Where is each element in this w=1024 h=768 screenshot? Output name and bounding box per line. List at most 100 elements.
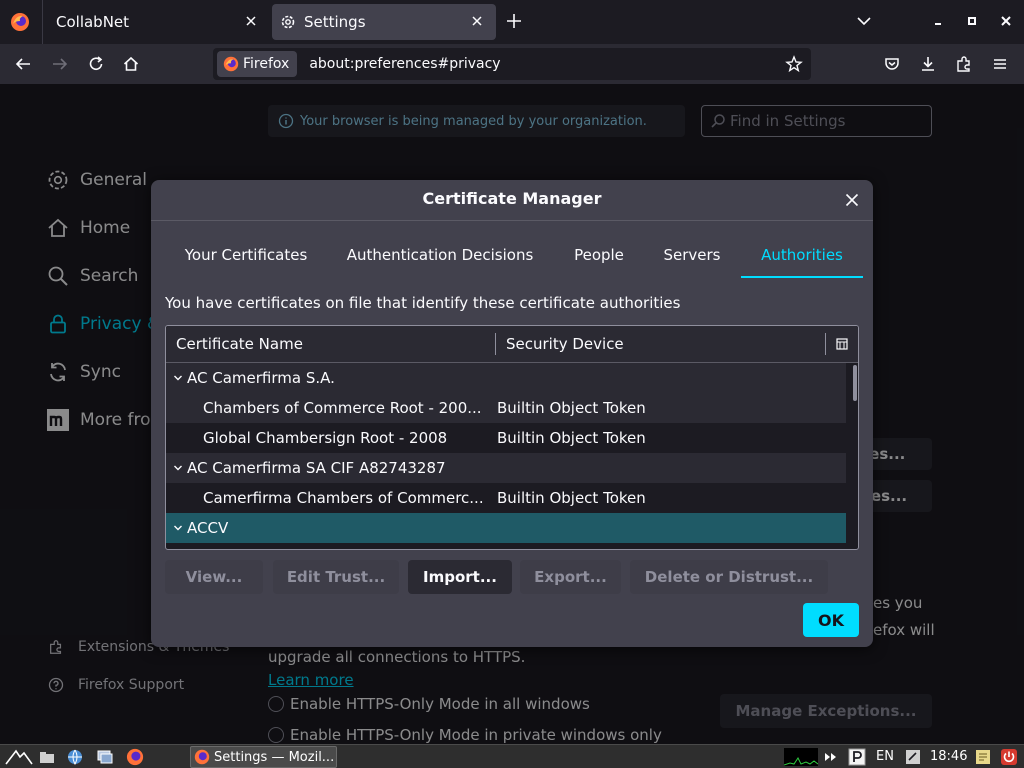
back-icon[interactable]: [14, 55, 32, 73]
tab-authorities[interactable]: Authorities: [741, 232, 863, 278]
tree-header: Certificate Name Security Device: [166, 326, 858, 363]
tab-label: People: [574, 246, 624, 264]
certificate-name: Camerfirma Chambers of Commerc...: [203, 489, 484, 507]
pocket-icon[interactable]: [883, 55, 901, 73]
task-label: Settings — Mozil...: [214, 749, 335, 765]
dialog-title: Certificate Manager: [422, 189, 602, 208]
cpu-monitor-icon: [784, 748, 818, 766]
security-device: Builtin Object Token: [497, 399, 646, 417]
tree-rows: AC Camerfirma S.A. Chambers of Commerce …: [166, 363, 846, 543]
column-splitter[interactable]: [825, 333, 826, 355]
parking-icon[interactable]: [848, 748, 866, 766]
tab-label: Authentication Decisions: [346, 246, 534, 264]
tab-servers[interactable]: Servers: [651, 232, 733, 278]
chevron-down-icon[interactable]: [173, 523, 183, 533]
column-header-certificate-name[interactable]: Certificate Name: [176, 326, 303, 362]
tab-your-certificates[interactable]: Your Certificates: [171, 232, 321, 278]
close-icon[interactable]: [843, 191, 861, 209]
power-icon[interactable]: [1000, 748, 1018, 766]
tab-collabnet[interactable]: CollabNet: [44, 4, 270, 40]
certificate-name: AC Camerfirma S.A.: [187, 369, 335, 387]
firefox-icon: [194, 749, 210, 765]
window-close-icon[interactable]: [998, 13, 1014, 29]
certificate-name: Global Chambersign Root - 2008: [203, 429, 448, 447]
tab-label: Your Certificates: [184, 246, 308, 264]
start-menu-icon[interactable]: [4, 748, 34, 766]
firefox-icon[interactable]: [10, 12, 30, 32]
identity-label: Firefox: [243, 56, 290, 72]
column-splitter[interactable]: [495, 333, 496, 355]
tree-row[interactable]: Chambers of Commerce Root - 200... Built…: [166, 393, 846, 423]
security-device: Builtin Object Token: [497, 489, 646, 507]
close-icon[interactable]: [244, 14, 258, 28]
home-icon[interactable]: [122, 55, 140, 73]
certificate-tree[interactable]: Certificate Name Security Device AC Came…: [165, 325, 859, 550]
certificate-name: AC Camerfirma SA CIF A82743287: [187, 459, 446, 477]
tree-row[interactable]: Camerfirma Chambers of Commerc... Builti…: [166, 483, 846, 513]
list-all-tabs-icon[interactable]: [856, 13, 872, 29]
url-text[interactable]: about:preferences#privacy: [309, 56, 500, 72]
reload-icon[interactable]: [87, 55, 105, 73]
button-label: Export...: [534, 568, 607, 586]
button-label: Import...: [423, 568, 497, 586]
network-icon[interactable]: [66, 748, 84, 766]
volume-icon[interactable]: [904, 748, 922, 766]
button-label: OK: [818, 610, 844, 630]
button-label: Delete or Distrust...: [644, 568, 814, 586]
identity-box[interactable]: Firefox: [217, 51, 298, 77]
bookmark-star-icon[interactable]: [785, 55, 803, 73]
delete-or-distrust-button[interactable]: Delete or Distrust...: [630, 560, 828, 594]
button-label: View...: [185, 568, 243, 586]
chevron-down-icon[interactable]: [173, 463, 183, 473]
tab-settings[interactable]: Settings: [272, 4, 496, 40]
security-device: Builtin Object Token: [497, 429, 646, 447]
tab-authentication-decisions[interactable]: Authentication Decisions: [333, 232, 547, 278]
firefox-launcher-icon[interactable]: [126, 748, 144, 766]
notes-icon[interactable]: [974, 748, 992, 766]
window-switcher-icon[interactable]: [96, 748, 114, 766]
forward-icon[interactable]: [51, 55, 69, 73]
taskbar-task-firefox[interactable]: Settings — Mozil...: [190, 746, 337, 768]
tab-label: Servers: [663, 246, 721, 264]
new-tab-icon[interactable]: [505, 12, 523, 30]
close-icon[interactable]: [470, 14, 484, 28]
ok-button[interactable]: OK: [803, 603, 859, 637]
certificate-manager-dialog: Certificate Manager Your Certificates Au…: [151, 180, 873, 647]
downloads-icon[interactable]: [919, 55, 937, 73]
button-label: Edit Trust...: [286, 568, 386, 586]
tree-group-row[interactable]: AC Camerfirma S.A.: [166, 363, 846, 393]
clipboard-icon[interactable]: [822, 748, 840, 766]
import-button[interactable]: Import...: [408, 560, 512, 594]
tab-label: CollabNet: [56, 13, 130, 31]
certificate-name: Chambers of Commerce Root - 200...: [203, 399, 482, 417]
url-bar[interactable]: Firefox about:preferences#privacy: [213, 48, 811, 80]
title-divider: [151, 220, 873, 221]
tree-row[interactable]: Global Chambersign Root - 2008 Builtin O…: [166, 423, 846, 453]
nav-bar: Firefox about:preferences#privacy: [0, 44, 1024, 84]
tab-people[interactable]: People: [559, 232, 639, 278]
tree-scrollbar[interactable]: [853, 365, 857, 401]
extensions-icon[interactable]: [955, 55, 973, 73]
chevron-down-icon[interactable]: [173, 373, 183, 383]
taskbar: Settings — Mozil... EN 18:46: [0, 744, 1024, 768]
tree-group-row[interactable]: AC Camerfirma SA CIF A82743287: [166, 453, 846, 483]
view-button[interactable]: View...: [165, 560, 263, 594]
column-label: Security Device: [506, 335, 624, 353]
keyboard-layout-label[interactable]: EN: [876, 749, 894, 764]
tab-label: Authorities: [761, 246, 843, 264]
tree-group-row-selected[interactable]: ACCV: [166, 513, 846, 543]
column-picker-icon[interactable]: [836, 338, 848, 350]
show-desktop-icon[interactable]: [38, 748, 56, 766]
authorities-description: You have certificates on file that ident…: [165, 294, 681, 312]
minimize-icon[interactable]: [930, 13, 946, 29]
tab-strip: CollabNet Settings: [0, 0, 1024, 44]
clock[interactable]: 18:46: [930, 749, 967, 764]
certificate-name: ACCV: [187, 519, 229, 537]
export-button[interactable]: Export...: [520, 560, 621, 594]
column-header-security-device[interactable]: Security Device: [506, 326, 624, 362]
selected-tab-indicator: [741, 276, 863, 278]
edit-trust-button[interactable]: Edit Trust...: [273, 560, 399, 594]
gear-icon: [281, 15, 295, 29]
menu-icon[interactable]: [991, 55, 1009, 73]
maximize-icon[interactable]: [964, 13, 980, 29]
